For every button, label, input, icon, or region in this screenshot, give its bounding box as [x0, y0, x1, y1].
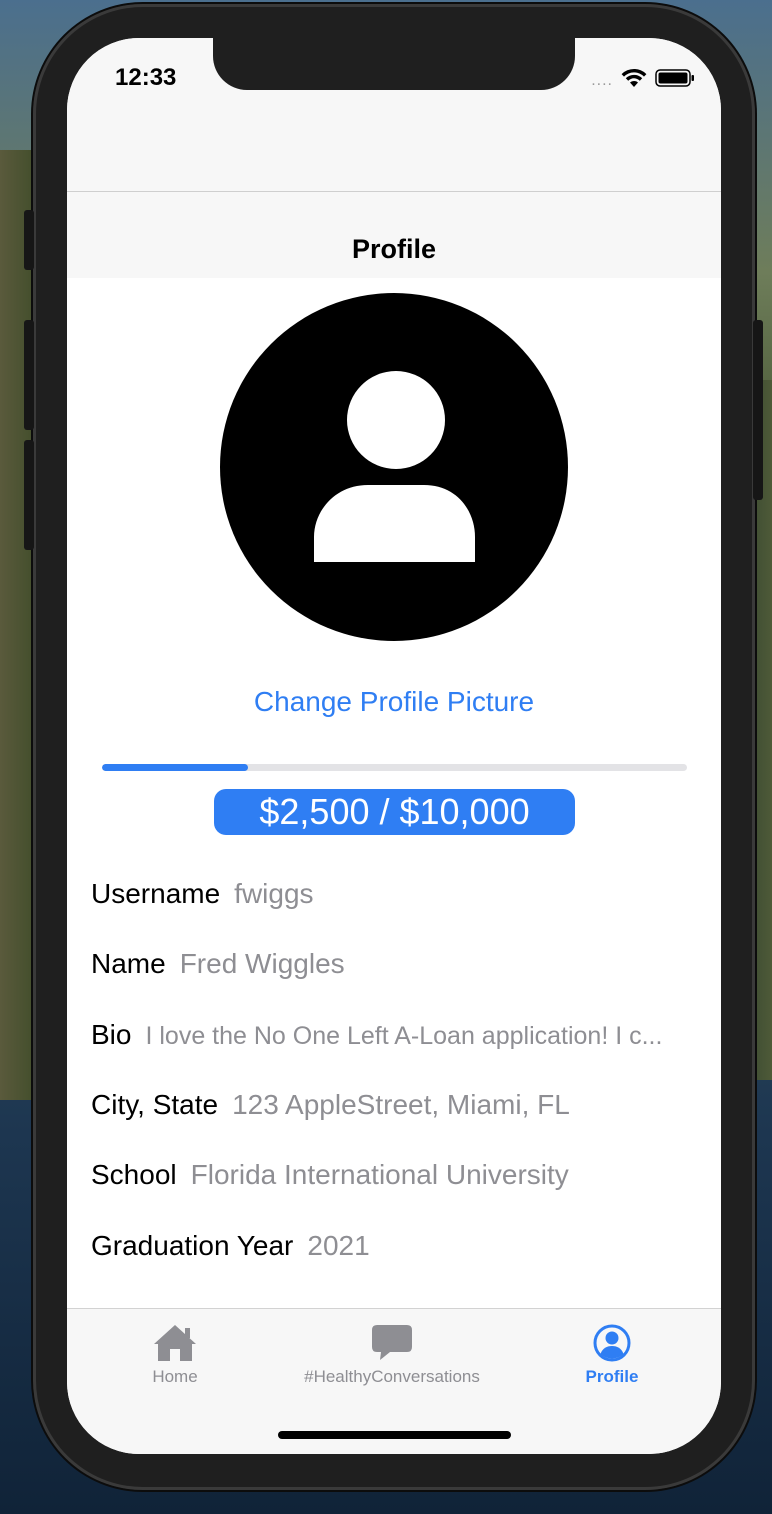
phone-screen: 12:33 .... Profile Change Profile Pictur…	[67, 38, 721, 1454]
field-graduation-year[interactable]: Graduation Year 2021	[91, 1230, 703, 1262]
tab-label: #HealthyConversations	[304, 1367, 480, 1386]
field-label: Bio	[91, 1019, 132, 1050]
mute-switch	[24, 210, 34, 270]
person-circle-icon	[593, 1324, 631, 1362]
tab-profile[interactable]: Profile	[492, 1323, 721, 1387]
field-label: Name	[91, 948, 166, 979]
field-city-state[interactable]: City, State 123 AppleStreet, Miami, FL	[91, 1089, 703, 1121]
notch	[213, 38, 575, 90]
chat-bubble-icon	[372, 1325, 412, 1360]
power-button	[753, 320, 763, 500]
funding-amount-badge: $2,500 / $10,000	[214, 789, 575, 835]
volume-down-button	[24, 440, 34, 550]
field-value: I love the No One Left A-Loan applicatio…	[145, 1022, 663, 1050]
field-bio[interactable]: Bio I love the No One Left A-Loan applica…	[91, 1019, 703, 1051]
signal-icon: ....	[591, 71, 613, 89]
field-username[interactable]: Username fwiggs	[91, 878, 703, 910]
tab-label: Home	[152, 1367, 198, 1386]
field-name[interactable]: Name Fred Wiggles	[91, 948, 703, 980]
change-profile-picture-button[interactable]: Change Profile Picture	[67, 686, 721, 718]
wifi-icon	[621, 68, 647, 93]
field-value: 123 AppleStreet, Miami, FL	[232, 1089, 570, 1120]
progress-fill	[102, 764, 249, 771]
home-indicator	[278, 1431, 511, 1439]
field-label: School	[91, 1159, 177, 1190]
funding-progress-bar	[102, 764, 687, 771]
nav-divider	[67, 191, 721, 192]
field-school[interactable]: School Florida International University	[91, 1159, 703, 1191]
field-label: City, State	[91, 1089, 219, 1120]
status-time: 12:33	[115, 64, 177, 91]
field-value: 2021	[307, 1230, 370, 1261]
status-indicators: ....	[591, 68, 695, 93]
field-label: Graduation Year	[91, 1230, 294, 1261]
field-label: Username	[91, 878, 221, 909]
home-icon	[154, 1325, 196, 1361]
tab-healthy-conversations[interactable]: #HealthyConversations	[272, 1323, 512, 1387]
avatar[interactable]	[220, 293, 568, 641]
field-value: Florida International University	[190, 1159, 569, 1190]
person-placeholder-icon	[220, 293, 568, 641]
volume-up-button	[24, 320, 34, 430]
field-value: Fred Wiggles	[179, 948, 345, 979]
field-value: fwiggs	[234, 878, 314, 909]
tab-home[interactable]: Home	[67, 1323, 295, 1387]
battery-icon	[655, 68, 695, 93]
tab-label: Profile	[585, 1367, 639, 1386]
page-title: Profile	[351, 234, 437, 264]
